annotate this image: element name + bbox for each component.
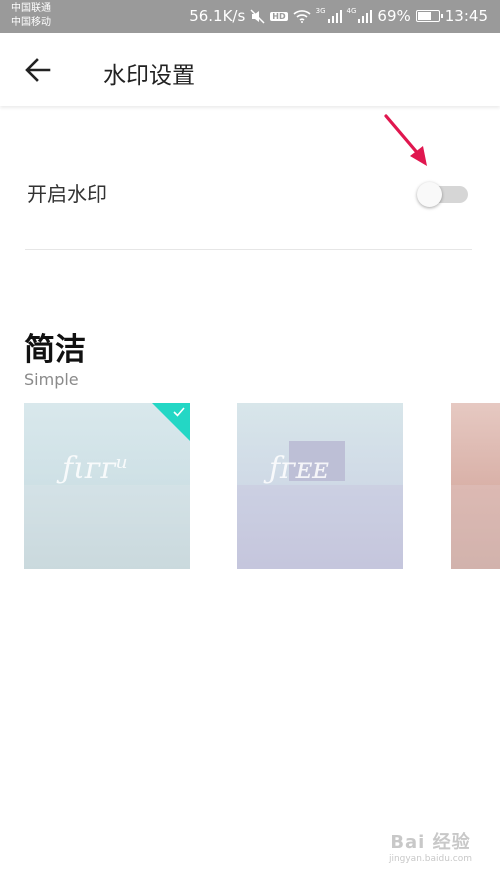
page-title: 水印设置 [103, 63, 195, 89]
watermark-toggle-label: 开启水印 [27, 182, 107, 206]
signal-icon [327, 9, 342, 23]
section-title: 简洁 [24, 332, 86, 368]
thumbnail-image [24, 485, 190, 569]
carrier-2: 中国移动 [11, 17, 51, 28]
annotation-arrow-icon [384, 114, 427, 166]
site-watermark-logo: Bai 经验 jingyan.baidu.com [389, 828, 472, 864]
watermark-style-thumbnail[interactable]: ƒιᴦᴦᵘ [24, 403, 190, 569]
wifi-icon [293, 9, 311, 23]
carrier-labels: 中国联通 中国移动 [11, 2, 51, 30]
divider [25, 249, 472, 250]
watermark-brand: Bai 经验 [390, 832, 471, 853]
battery-icon [415, 10, 443, 22]
carrier-1: 中国联通 [11, 3, 51, 14]
battery-percent: 69% [377, 7, 411, 25]
clock: 13:45 [444, 7, 488, 25]
thumbnail-image [451, 485, 500, 569]
check-icon [173, 407, 185, 417]
back-button[interactable] [24, 57, 52, 83]
watermark-url: jingyan.baidu.com [388, 854, 472, 864]
watermark-style-thumbnail[interactable]: ƒᴦᴇᴇ [237, 403, 403, 569]
back-arrow-icon [25, 58, 51, 82]
status-bar: 中国联通 中国移动 56.1K/s HD 3G 4G 69% 13:45 [0, 0, 500, 33]
watermark-toggle-switch[interactable] [417, 182, 468, 207]
net-speed: 56.1K/s [189, 7, 246, 25]
hd-badge: HD [270, 11, 288, 21]
signal-1-type: 3G [315, 7, 326, 15]
watermark-style-thumbnail[interactable] [451, 403, 500, 569]
thumbnail-image [237, 485, 403, 569]
section-subtitle: Simple [24, 370, 79, 389]
status-icons: 56.1K/s HD 3G 4G 69% 13:45 [189, 7, 488, 25]
watermark-sample-image: ƒιᴦᴦᵘ [62, 451, 129, 486]
signal-2-type: 4G [346, 7, 357, 15]
watermark-sample-image: ƒᴦᴇᴇ [269, 451, 330, 486]
battery-level [417, 12, 431, 20]
mute-icon [250, 8, 265, 24]
app-header: 水印设置 [0, 33, 500, 106]
toggle-knob [417, 182, 442, 207]
signal-icon [358, 9, 373, 23]
